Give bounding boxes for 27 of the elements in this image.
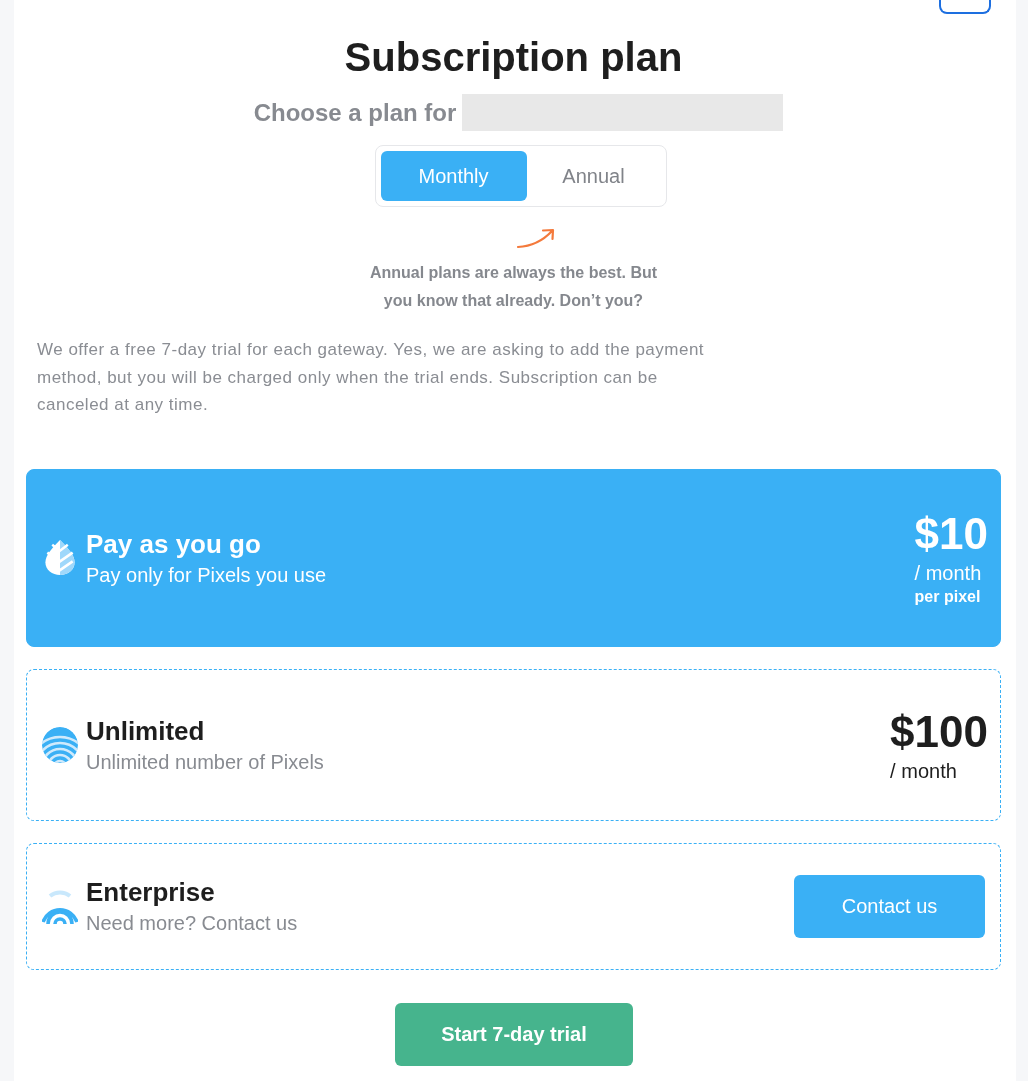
plan-title: Enterprise (86, 876, 215, 908)
plan-card[interactable]: Enterprise Need more? Contact us Contact us (26, 842, 1001, 970)
plan-subtitle: Need more? Contact us (86, 911, 298, 936)
contact-button[interactable]: Contact us (794, 874, 985, 938)
plan-subtitle: Unlimited number of Pixels (86, 749, 324, 775)
annual-hint: Annual plans are always the best. But you know that already. Don’t you? (368, 263, 659, 311)
choose-label: Choose a plan for (253, 98, 457, 127)
partial-button[interactable] (939, 0, 991, 14)
plan-card[interactable]: Unlimited Unlimited number of Pixels $100 / month (26, 668, 1001, 821)
price-period: / month (890, 758, 957, 784)
billing-tab[interactable]: Monthly (380, 151, 527, 201)
plan-subtitle: Pay only for Pixels you use (86, 562, 327, 588)
plan-card[interactable]: Pay as you go Pay only for Pixels you use $10 / month per pixel (26, 468, 1001, 647)
page-title: Subscription plan (343, 34, 684, 81)
striped-circle-icon (42, 726, 78, 763)
plan-title: Unlimited (86, 714, 205, 747)
billing-tab[interactable]: Annual (526, 151, 661, 201)
curved-arrow-icon (515, 227, 556, 249)
plan-price: $100 (890, 705, 988, 758)
plan-price: $10 (914, 507, 988, 560)
plan-title: Pay as you go (86, 527, 261, 560)
trial-note: We offer a free 7-day trial for each gateway. Yes, we are asking to add the payment method, but you will be charged only when the trial ends. Subscription can be canceled at any time. (37, 339, 706, 416)
price-period: / month (914, 560, 982, 586)
start-trial-button[interactable]: Start 7-day trial (395, 1002, 633, 1066)
price-note: per pixel (914, 586, 981, 607)
leaf-icon (44, 539, 76, 576)
arcs-icon (42, 888, 78, 924)
